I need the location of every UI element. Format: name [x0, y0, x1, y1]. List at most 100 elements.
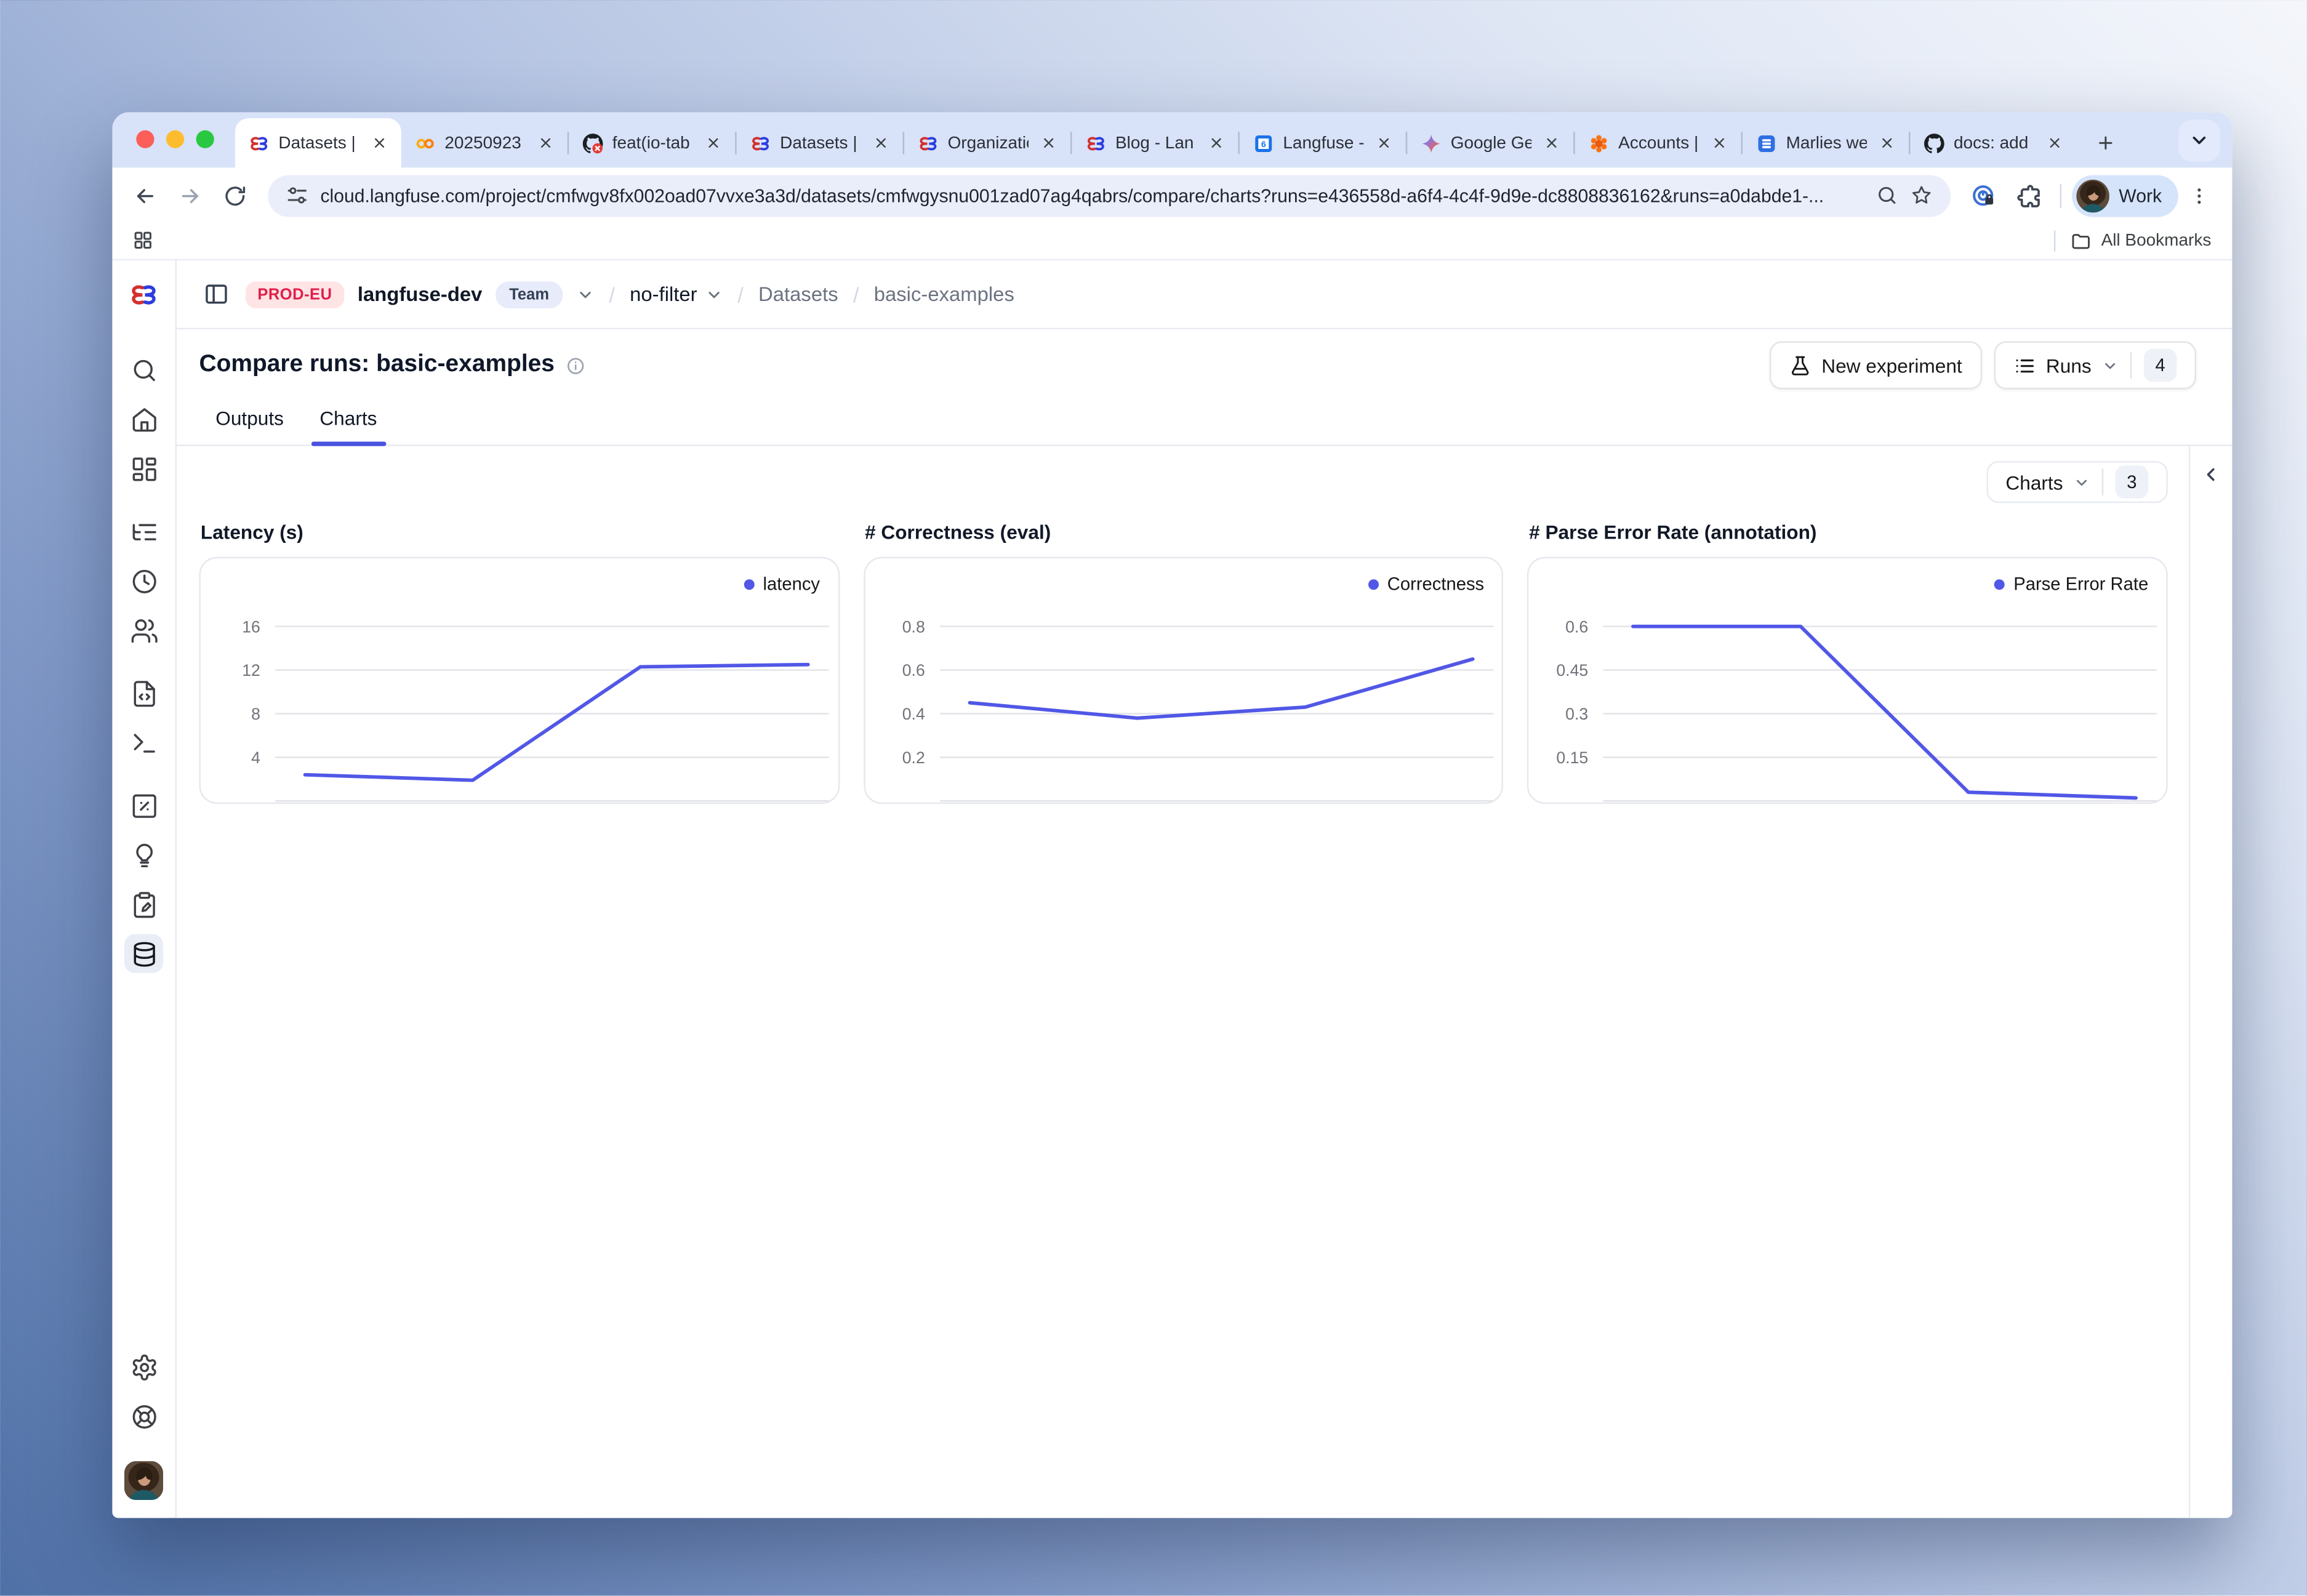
sidebar-item-search[interactable]	[124, 350, 163, 389]
tab-title: Google Ge	[1451, 134, 1531, 152]
tab-close-icon[interactable]	[1038, 132, 1060, 154]
sidebar-item-support[interactable]	[124, 1397, 163, 1435]
runs-chevron-down-icon	[2102, 357, 2119, 374]
sidebar-item-tracing[interactable]	[124, 512, 163, 551]
runs-count-badge: 4	[2144, 349, 2177, 382]
sidebar-icons	[124, 329, 163, 973]
breadcrumb-dataset-name[interactable]: basic-examples	[874, 283, 1014, 305]
new-tab-button[interactable]	[2087, 124, 2122, 160]
zoom-page-icon[interactable]	[1876, 184, 1898, 206]
sidebar-item-datasets[interactable]	[124, 934, 163, 973]
project-selector[interactable]: no-filter	[630, 283, 723, 305]
tab-close-icon[interactable]	[1373, 132, 1395, 154]
new-experiment-button[interactable]: New experiment	[1769, 342, 1981, 390]
browser-profile-chip[interactable]: Work	[2072, 174, 2178, 216]
charts-grid: Latency (s)latency161284# Correctness (e…	[199, 521, 2167, 804]
tab-outputs[interactable]: Outputs	[199, 407, 300, 445]
bookmark-star-icon[interactable]	[1911, 184, 1933, 206]
tab-title: Accounts |	[1618, 134, 1699, 152]
charts-pane-toolbar: Charts 3	[199, 461, 2167, 503]
sidebar-item-sessions[interactable]	[124, 561, 163, 600]
browser-tab[interactable]: Organizatio	[904, 118, 1070, 167]
tab-close-icon[interactable]	[870, 132, 892, 154]
svg-text:0.2: 0.2	[902, 748, 925, 767]
browser-tab[interactable]: 6Langfuse -	[1240, 118, 1406, 167]
tab-close-icon[interactable]	[368, 132, 390, 154]
address-bar[interactable]: cloud.langfuse.com/project/cmfwgv8fx002o…	[268, 174, 1951, 216]
bookmarks-divider	[2053, 231, 2055, 252]
url-text[interactable]: cloud.langfuse.com/project/cmfwgv8fx002o…	[320, 185, 1864, 206]
sidebar-bottom-icons	[124, 1347, 163, 1518]
breadcrumb-separator: /	[608, 282, 616, 306]
tab-title: feat(io-tab	[612, 134, 693, 152]
password-manager-extension-icon[interactable]	[1963, 174, 2005, 216]
breadcrumb-datasets-link[interactable]: Datasets	[758, 283, 838, 305]
header-actions: New experiment Runs 4	[1769, 342, 2196, 390]
main-area: PROD-EU langfuse-dev Team / no-filter / …	[177, 260, 2232, 1518]
kebab-menu-icon	[2189, 185, 2210, 206]
sidebar-item-annotation[interactable]	[124, 884, 163, 923]
forward-button[interactable]	[169, 174, 211, 216]
sidebar-item-home[interactable]	[124, 399, 163, 438]
collapse-panel-button[interactable]	[2196, 460, 2226, 490]
extensions-puzzle-icon[interactable]	[2008, 174, 2050, 216]
svg-text:0.6: 0.6	[902, 661, 925, 680]
browser-menu-button[interactable]	[2181, 177, 2217, 213]
profile-label: Work	[2119, 185, 2162, 206]
browser-tab[interactable]: docs: add	[1910, 118, 2076, 167]
tab-close-icon[interactable]	[1708, 132, 1730, 154]
flask-icon	[1789, 354, 1811, 376]
tab-close-icon[interactable]	[2044, 132, 2066, 154]
tab-search-button[interactable]	[2178, 120, 2220, 162]
apps-grid-icon[interactable]	[132, 229, 156, 253]
browser-tab[interactable]: Marlies we	[1743, 118, 1909, 167]
svg-text:8: 8	[251, 705, 260, 723]
sidebar-item-settings[interactable]	[124, 1347, 163, 1386]
browser-tab-active[interactable]: Datasets | L	[235, 118, 401, 167]
browser-tab[interactable]: Google Ge	[1407, 118, 1573, 167]
close-window-icon[interactable]	[136, 129, 154, 147]
environment-badge: PROD-EU	[246, 281, 344, 308]
tab-charts[interactable]: Charts	[303, 407, 394, 445]
tab-close-icon[interactable]	[702, 132, 724, 154]
info-icon[interactable]	[566, 356, 586, 375]
browser-tab[interactable]: Blog - Lan	[1072, 118, 1238, 167]
maximize-window-icon[interactable]	[196, 129, 214, 147]
tab-close-icon[interactable]	[1876, 132, 1898, 154]
tab-close-icon[interactable]	[1205, 132, 1227, 154]
back-button[interactable]	[124, 174, 166, 216]
langfuse-logo-icon[interactable]	[112, 260, 175, 329]
sidebar-item-dashboard[interactable]	[124, 449, 163, 488]
site-settings-icon[interactable]	[286, 184, 308, 206]
browser-tab[interactable]: Accounts |	[1575, 118, 1741, 167]
charts-dropdown-button[interactable]: Charts 3	[1986, 461, 2168, 503]
svg-text:16: 16	[242, 617, 260, 636]
reload-button[interactable]	[214, 174, 256, 216]
tab-close-icon[interactable]	[1541, 132, 1563, 154]
all-bookmarks-button[interactable]: All Bookmarks	[2069, 231, 2211, 252]
minimize-window-icon[interactable]	[166, 129, 184, 147]
sidebar-item-prompts[interactable]	[124, 673, 163, 712]
tab-title: docs: add	[1954, 134, 2034, 152]
forward-arrow-icon	[178, 183, 202, 207]
tab-title: Organizatio	[948, 134, 1029, 152]
sidebar-item-evaluators[interactable]	[124, 786, 163, 825]
organization-name[interactable]: langfuse-dev	[358, 283, 483, 305]
sidebar-toggle-button[interactable]	[199, 278, 232, 311]
browser-tab[interactable]: Datasets | L	[737, 118, 903, 167]
user-avatar[interactable]	[124, 1461, 163, 1500]
runs-dropdown-button[interactable]: Runs 4	[1994, 342, 2196, 390]
browser-toolbar: cloud.langfuse.com/project/cmfwgv8fx002o…	[112, 167, 2232, 223]
sidebar-item-users[interactable]	[124, 611, 163, 649]
chart-line-series	[969, 659, 1472, 718]
breadcrumb: PROD-EU langfuse-dev Team / no-filter / …	[177, 260, 2232, 329]
browser-tab[interactable]: 20250923	[401, 118, 568, 167]
sidebar-item-playground[interactable]	[124, 723, 163, 762]
browser-tab[interactable]: feat(io-tab	[569, 118, 735, 167]
chart-card: latency161284	[199, 557, 839, 804]
sidebar-item-insights[interactable]	[124, 835, 163, 874]
chart-canvas: 0.80.60.40.2	[865, 558, 1502, 802]
tab-close-icon[interactable]	[534, 132, 556, 154]
right-panel-strip	[2189, 446, 2233, 1518]
org-chevron-down-icon[interactable]	[576, 285, 594, 303]
